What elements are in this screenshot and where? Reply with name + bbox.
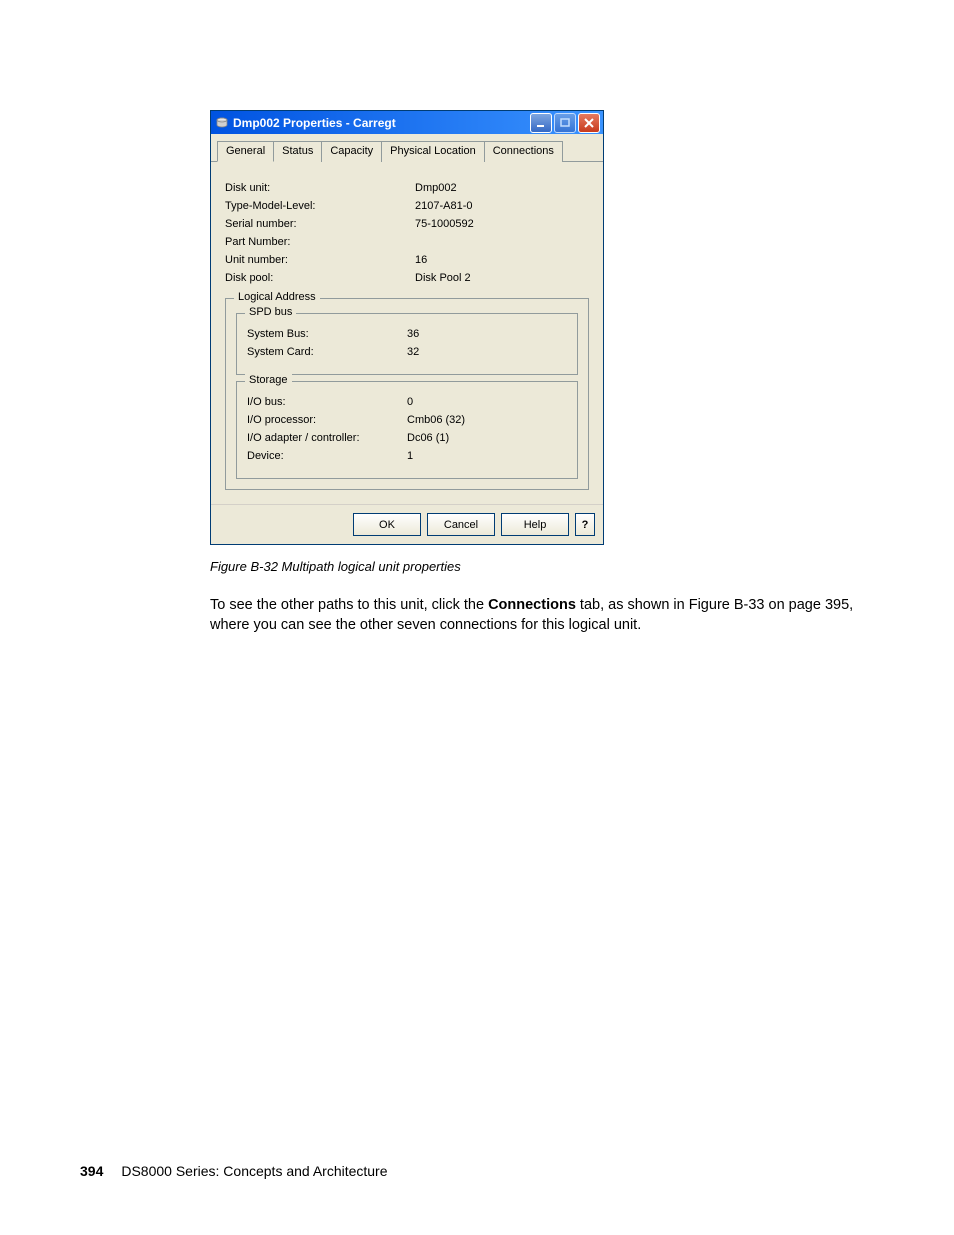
titlebar[interactable]: Dmp002 Properties - Carregt bbox=[211, 111, 603, 134]
footer-title: DS8000 Series: Concepts and Architecture bbox=[121, 1163, 387, 1179]
value-unit-number: 16 bbox=[415, 254, 589, 266]
disk-icon bbox=[215, 116, 229, 130]
button-label: Help bbox=[524, 519, 547, 531]
minimize-button[interactable] bbox=[530, 113, 552, 133]
properties-dialog: Dmp002 Properties - Carregt General Stat… bbox=[210, 110, 604, 545]
cancel-button[interactable]: Cancel bbox=[427, 513, 495, 536]
tab-label: General bbox=[226, 145, 265, 157]
page-footer: 394 DS8000 Series: Concepts and Architect… bbox=[80, 1163, 388, 1179]
value-part-number bbox=[415, 236, 589, 248]
close-button[interactable] bbox=[578, 113, 600, 133]
group-logical-address: Logical Address SPD bus System Bus:36 Sy… bbox=[225, 298, 589, 490]
tab-capacity[interactable]: Capacity bbox=[321, 141, 382, 162]
value-system-bus: 36 bbox=[407, 328, 567, 340]
value-device: 1 bbox=[407, 450, 567, 462]
value-system-card: 32 bbox=[407, 346, 567, 358]
paragraph-bold: Connections bbox=[488, 597, 576, 613]
button-row: OK Cancel Help ? bbox=[211, 504, 603, 544]
label-io-processor: I/O processor: bbox=[247, 414, 407, 426]
value-type-model-level: 2107-A81-0 bbox=[415, 200, 589, 212]
value-io-adapter: Dc06 (1) bbox=[407, 432, 567, 444]
tab-label: Connections bbox=[493, 145, 554, 157]
button-label: ? bbox=[582, 519, 589, 531]
paragraph-pre: To see the other paths to this unit, cli… bbox=[210, 597, 488, 613]
group-spd-bus: SPD bus System Bus:36 System Card:32 bbox=[236, 313, 578, 375]
value-io-processor: Cmb06 (32) bbox=[407, 414, 567, 426]
label-system-bus: System Bus: bbox=[247, 328, 407, 340]
button-label: OK bbox=[379, 519, 395, 531]
page-number: 394 bbox=[80, 1163, 103, 1179]
label-io-adapter: I/O adapter / controller: bbox=[247, 432, 407, 444]
label-device: Device: bbox=[247, 450, 407, 462]
tab-label: Capacity bbox=[330, 145, 373, 157]
tab-label: Physical Location bbox=[390, 145, 476, 157]
legend-spd-bus: SPD bus bbox=[245, 306, 296, 318]
help-button[interactable]: Help bbox=[501, 513, 569, 536]
button-label: Cancel bbox=[444, 519, 478, 531]
legend-storage: Storage bbox=[245, 374, 292, 386]
maximize-button[interactable] bbox=[554, 113, 576, 133]
value-serial-number: 75-1000592 bbox=[415, 218, 589, 230]
value-disk-pool: Disk Pool 2 bbox=[415, 272, 589, 284]
label-io-bus: I/O bus: bbox=[247, 396, 407, 408]
tab-physical-location[interactable]: Physical Location bbox=[381, 141, 485, 162]
figure-caption: Figure B-32 Multipath logical unit prope… bbox=[210, 559, 874, 574]
label-type-model-level: Type-Model-Level: bbox=[225, 200, 415, 212]
value-io-bus: 0 bbox=[407, 396, 567, 408]
ok-button[interactable]: OK bbox=[353, 513, 421, 536]
label-part-number: Part Number: bbox=[225, 236, 415, 248]
label-system-card: System Card: bbox=[247, 346, 407, 358]
window-title: Dmp002 Properties - Carregt bbox=[233, 116, 530, 130]
tab-strip: General Status Capacity Physical Locatio… bbox=[211, 134, 603, 162]
dialog-body: Disk unit:Dmp002 Type-Model-Level:2107-A… bbox=[211, 162, 603, 504]
context-help-button[interactable]: ? bbox=[575, 513, 595, 536]
label-serial-number: Serial number: bbox=[225, 218, 415, 230]
tab-connections[interactable]: Connections bbox=[484, 141, 563, 162]
group-storage: Storage I/O bus:0 I/O processor:Cmb06 (3… bbox=[236, 381, 578, 479]
value-disk-unit: Dmp002 bbox=[415, 182, 589, 194]
label-unit-number: Unit number: bbox=[225, 254, 415, 266]
label-disk-pool: Disk pool: bbox=[225, 272, 415, 284]
tab-label: Status bbox=[282, 145, 313, 157]
tab-status[interactable]: Status bbox=[273, 141, 322, 162]
tab-general[interactable]: General bbox=[217, 141, 274, 162]
label-disk-unit: Disk unit: bbox=[225, 182, 415, 194]
body-paragraph: To see the other paths to this unit, cli… bbox=[210, 596, 874, 635]
legend-logical-address: Logical Address bbox=[234, 291, 320, 303]
